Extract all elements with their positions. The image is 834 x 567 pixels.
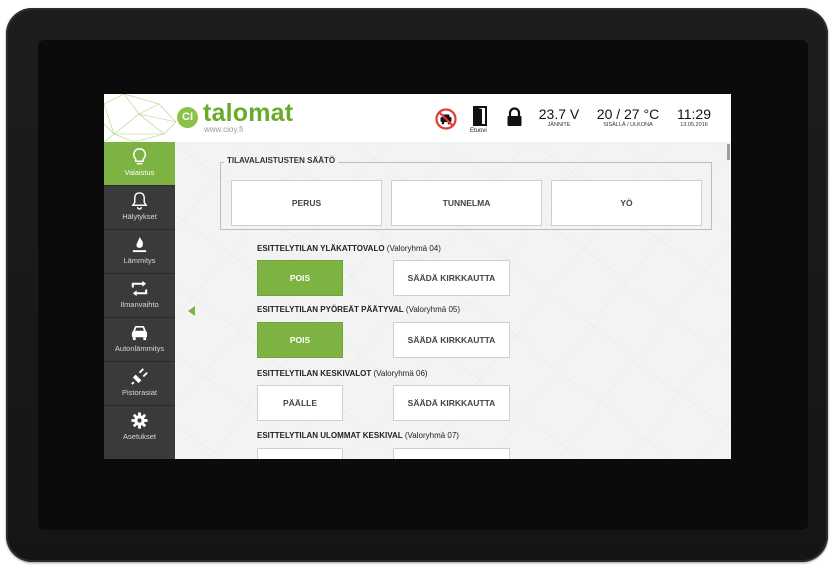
scene-yo-button[interactable]: YÖ [551,180,702,226]
light-group-title: ESITTELYTILAN YLÄKATTOVALO (Valoryhmä 04… [257,244,441,253]
adjust-brightness-button[interactable]: SÄÄDÄ KIRKKAUTTA [393,322,510,358]
time-value: 11:29 [677,106,711,122]
adjust-brightness-button[interactable] [393,448,510,459]
collapse-sidebar-arrow-icon[interactable] [188,306,195,316]
sidebar-item-label: Valaistus [124,168,155,177]
sidebar-item-label: Asetukset [123,432,156,441]
voltage-readout: 23.7 V JÄNNITE [538,107,580,129]
temperature-label: SISÄLLÄ / ULKONA [603,122,653,128]
sidebar-item-ilmanvaihto[interactable]: Ilmanvaihto [104,274,175,318]
sidebar: Valaistus Hälytykset Lämmitys Ilmanvaiht… [104,142,175,459]
door-label: Etuovi [470,128,487,134]
sidebar-item-label: Autonlämmitys [114,344,165,353]
scene-legend: TILAVALAISTUSTEN SÄÄTÖ [224,156,339,165]
sidebar-filler [104,448,175,459]
door-icon[interactable] [471,106,489,126]
brand-name: talomat [203,99,294,127]
car-icon [131,325,148,341]
brand-badge-icon: CI [177,107,198,128]
scene-tunnelma-button[interactable]: TUNNELMA [391,180,542,226]
no-car-icon[interactable] [435,108,457,130]
sidebar-item-label: Ilmanvaihto [120,300,159,309]
light-group-title: ESITTELYTILAN PYÖREÄT PÄÄTYVAL (Valoryhm… [257,305,460,314]
light-toggle-button[interactable] [257,448,343,459]
touch-screen: CI talomat www.cioy.fi Etuovi 23.7 V JÄN… [104,94,731,459]
light-toggle-button[interactable]: POIS [257,322,343,358]
top-bar: CI talomat www.cioy.fi Etuovi 23.7 V JÄN… [104,94,731,143]
adjust-brightness-button[interactable]: SÄÄDÄ KIRKKAUTTA [393,385,510,421]
lock-icon[interactable] [506,107,523,127]
main-content: TILAVALAISTUSTEN SÄÄTÖ PERUS TUNNELMA YÖ… [175,142,731,459]
lightbulb-icon [133,148,146,165]
sidebar-item-label: Hälytykset [122,212,157,221]
sidebar-item-label: Lämmitys [123,256,156,265]
flame-icon [132,236,147,253]
sidebar-item-label: Pistorasiat [121,388,157,397]
light-toggle-button[interactable]: POIS [257,260,343,296]
scene-perus-button[interactable]: PERUS [231,180,382,226]
voltage-label: JÄNNITE [547,122,571,128]
light-toggle-button[interactable]: PÄÄLLE [257,385,343,421]
date-value: 13.05.2016 [680,122,708,128]
sidebar-item-pistorasiat[interactable]: Pistorasiat [104,362,175,406]
gear-icon [131,412,148,429]
voltage-value: 23.7 V [538,106,580,122]
scrollbar[interactable] [727,144,730,160]
light-group-title: ESITTELYTILAN KESKIVALOT (Valoryhmä 06) [257,369,428,378]
sidebar-item-valaistus[interactable]: Valaistus [104,142,175,186]
plug-icon [131,368,148,385]
light-group-name: ESITTELYTILAN ULOMMAT KESKIVAL [257,431,403,440]
adjust-brightness-button[interactable]: SÄÄDÄ KIRKKAUTTA [393,260,510,296]
light-group-name: ESITTELYTILAN PYÖREÄT PÄÄTYVAL [257,305,404,314]
light-group-number: (Valoryhmä 07) [404,431,459,440]
decorative-lines-icon [104,94,176,142]
light-group-number: (Valoryhmä 05) [405,305,461,314]
light-group-title: ESITTELYTILAN ULOMMAT KESKIVAL (Valoryhm… [257,431,459,440]
bell-icon [131,192,148,210]
sidebar-item-lammitys[interactable]: Lämmitys [104,230,175,274]
light-group-number: (Valoryhmä 06) [373,369,428,378]
brand-url: www.cioy.fi [204,125,243,134]
sidebar-item-autonlammitys[interactable]: Autonlämmitys [104,318,175,362]
sidebar-item-halytykset[interactable]: Hälytykset [104,186,175,230]
clock-readout: 11:29 13.05.2016 [672,107,716,129]
ventilation-icon [131,280,148,297]
light-group-number: (Valoryhmä 04) [386,244,441,253]
temperature-value: 20 / 27 °C [596,106,660,122]
temperature-readout: 20 / 27 °C SISÄLLÄ / ULKONA [595,107,661,129]
light-group-name: ESITTELYTILAN YLÄKATTOVALO [257,244,385,253]
sidebar-item-asetukset[interactable]: Asetukset [104,406,175,450]
light-group-name: ESITTELYTILAN KESKIVALOT [257,369,372,378]
